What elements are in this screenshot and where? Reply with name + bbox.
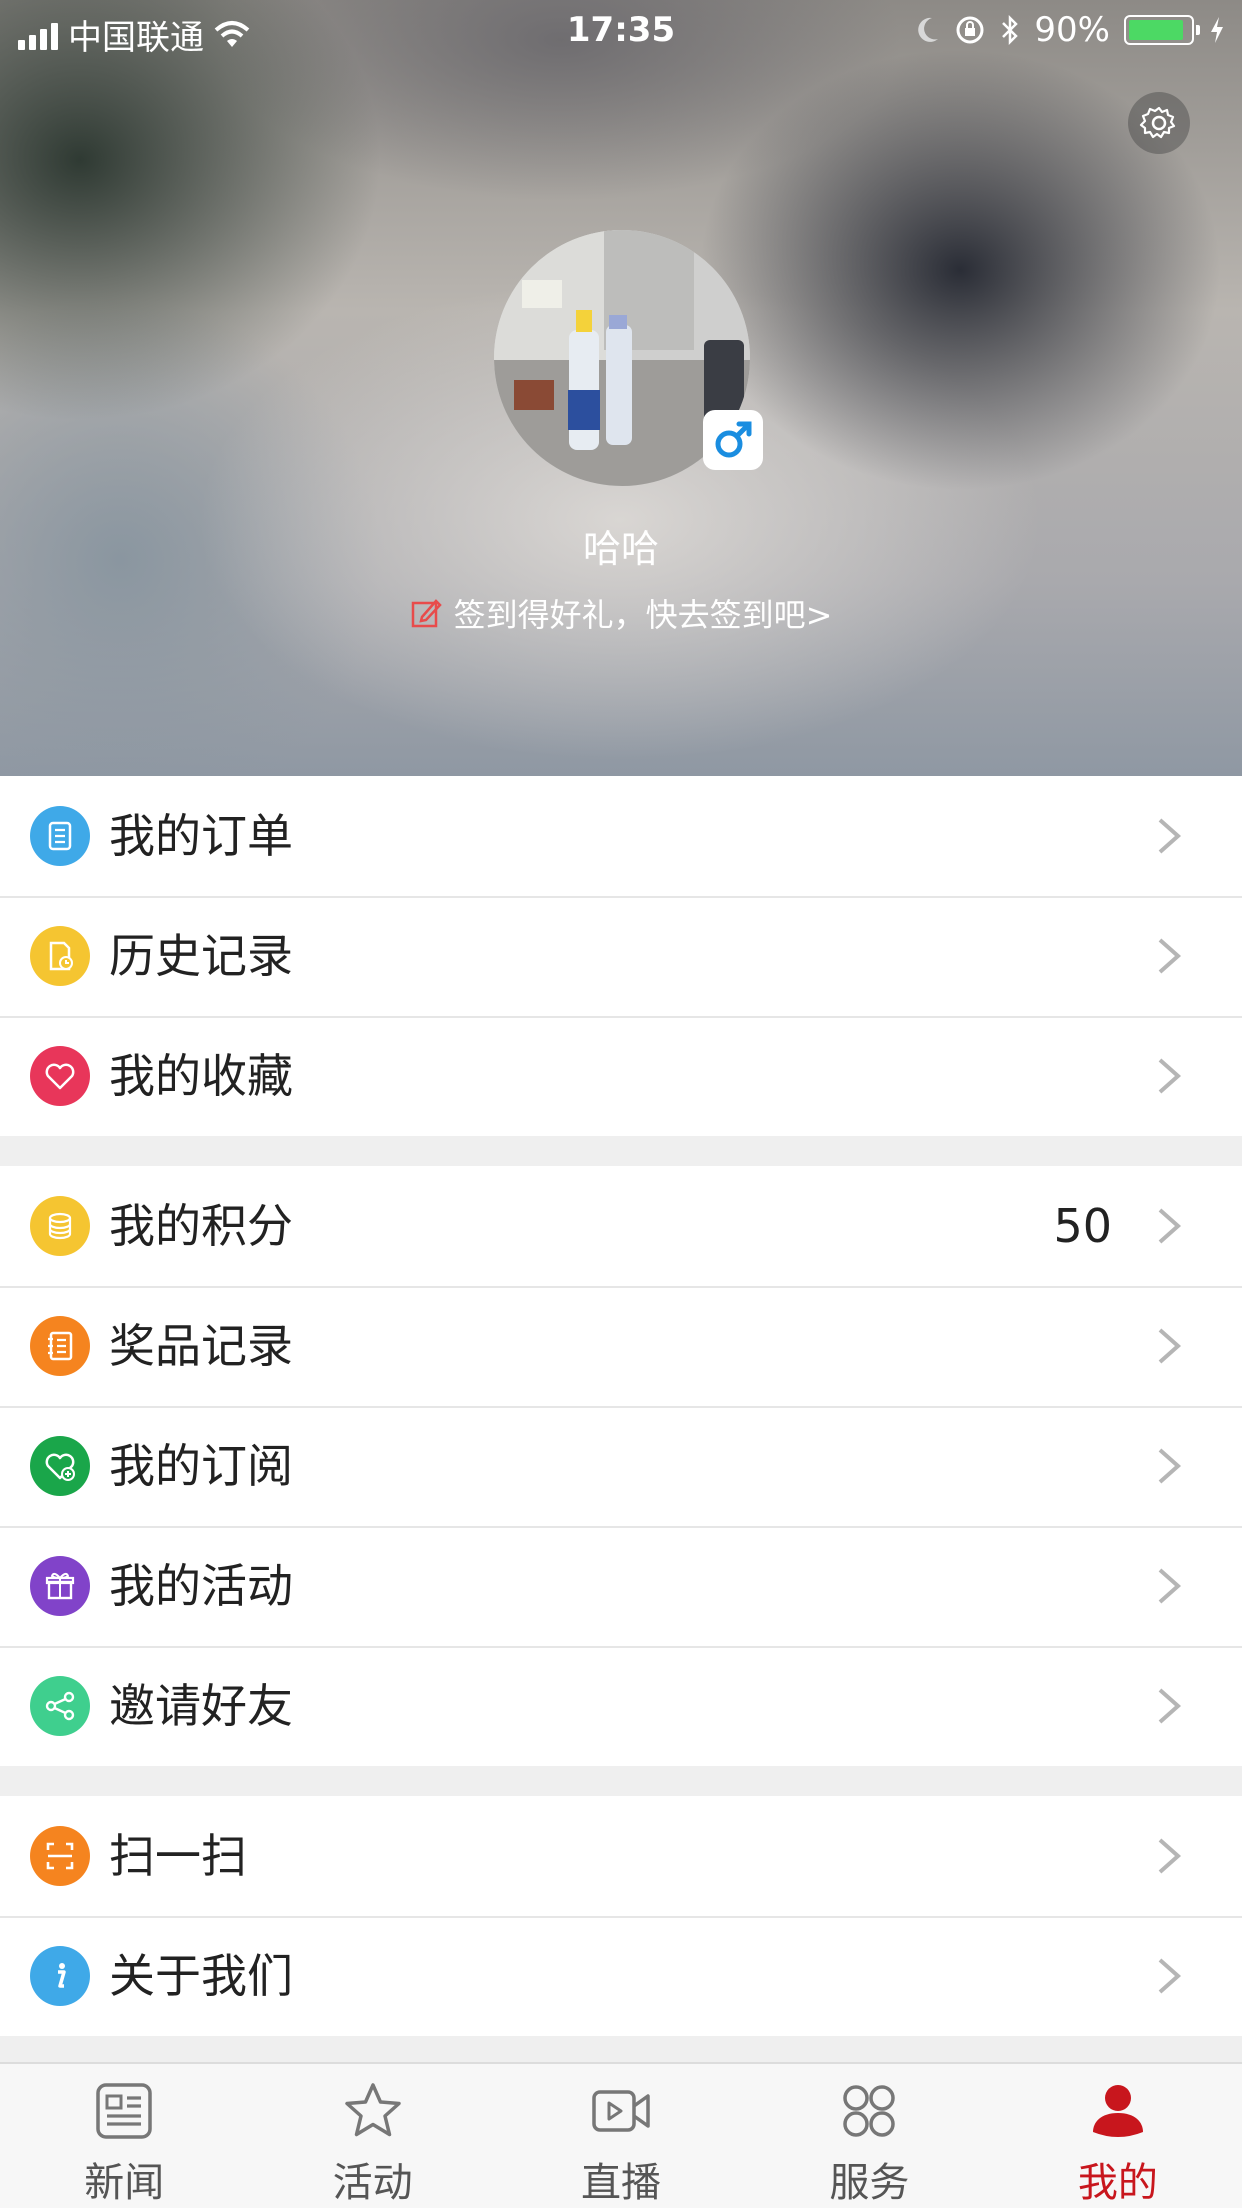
gear-icon <box>1139 106 1176 139</box>
chevron-right-icon <box>1158 1328 1182 1364</box>
signin-text: 签到得好礼，快去签到吧> <box>453 596 833 634</box>
menu-label: 我的收藏 <box>109 1049 293 1103</box>
menu-label: 奖品记录 <box>109 1319 293 1373</box>
menu-item-orders[interactable]: 我的订单 <box>0 776 1242 896</box>
menu-item-points[interactable]: 我的积分 50 <box>0 1166 1242 1286</box>
star-icon <box>344 2083 401 2137</box>
male-icon <box>715 421 752 458</box>
menu-item-invite-friends[interactable]: 邀请好友 <box>0 1646 1242 1766</box>
menu-label: 我的活动 <box>109 1559 293 1613</box>
chevron-right-icon <box>1158 818 1182 854</box>
tab-bar: 新闻 活动 直播 服务 我的 <box>0 2062 1242 2208</box>
menu-group-3: 扫一扫 关于我们 <box>0 1796 1242 2036</box>
chevron-right-icon <box>1158 1838 1182 1874</box>
menu-item-scan[interactable]: 扫一扫 <box>0 1796 1242 1916</box>
menu-item-activities[interactable]: 我的活动 <box>0 1526 1242 1646</box>
chevron-right-icon <box>1158 1058 1182 1094</box>
battery-percent: 90% <box>1034 10 1110 50</box>
coins-icon <box>30 1196 90 1256</box>
battery-icon <box>1124 15 1200 45</box>
menu-label: 历史记录 <box>109 929 293 983</box>
history-icon <box>30 926 90 986</box>
edit-icon <box>411 599 442 628</box>
tab-live[interactable]: 直播 <box>497 2064 745 2208</box>
profile-header: 中国联通 17:35 90% 哈哈 签到得好礼，快去签到吧> <box>0 0 1242 776</box>
menu-item-about-us[interactable]: 关于我们 <box>0 1916 1242 2036</box>
order-icon <box>30 806 90 866</box>
status-bar: 中国联通 17:35 90% <box>0 0 1242 62</box>
info-icon <box>30 1946 90 2006</box>
chevron-right-icon <box>1158 1448 1182 1484</box>
tab-label: 活动 <box>332 2160 413 2206</box>
points-value: 50 <box>1053 1199 1112 1253</box>
tab-label: 直播 <box>581 2160 662 2206</box>
services-icon <box>843 2085 896 2137</box>
charging-icon <box>1211 17 1223 43</box>
tab-mine[interactable]: 我的 <box>994 2064 1242 2208</box>
menu-label: 我的积分 <box>109 1199 293 1253</box>
gender-badge <box>703 410 763 470</box>
menu-group-2: 我的积分 50 奖品记录 我的订阅 我的活动 邀请好友 <box>0 1166 1242 1766</box>
chevron-right-icon <box>1158 1568 1182 1604</box>
tab-label: 服务 <box>829 2160 910 2206</box>
heart-icon <box>30 1046 90 1106</box>
menu-item-history[interactable]: 历史记录 <box>0 896 1242 1016</box>
signin-link[interactable]: 签到得好礼，快去签到吧> <box>0 590 1242 636</box>
menu-label: 我的订阅 <box>109 1439 293 1493</box>
chevron-right-icon <box>1158 938 1182 974</box>
gift-icon <box>30 1556 90 1616</box>
app-root: 中国联通 17:35 90% 哈哈 签到得好礼，快去签到吧> 我的订单 历史记录… <box>0 0 1242 2208</box>
tab-activities[interactable]: 活动 <box>248 2064 496 2208</box>
tab-label: 我的 <box>1077 2160 1158 2206</box>
menu-group-1: 我的订单 历史记录 我的收藏 <box>0 776 1242 1136</box>
settings-button[interactable] <box>1128 92 1190 154</box>
news-icon <box>96 2083 152 2139</box>
chevron-right-icon <box>1158 1688 1182 1724</box>
scan-icon <box>30 1826 90 1886</box>
menu-item-subscriptions[interactable]: 我的订阅 <box>0 1406 1242 1526</box>
rotation-lock-icon <box>956 16 984 44</box>
tab-label: 新闻 <box>84 2160 165 2206</box>
share-icon <box>30 1676 90 1736</box>
tab-services[interactable]: 服务 <box>745 2064 993 2208</box>
menu-label: 邀请好友 <box>109 1679 293 1733</box>
menu-label: 扫一扫 <box>109 1829 247 1883</box>
user-nickname: 哈哈 <box>582 527 659 571</box>
menu-item-favorites[interactable]: 我的收藏 <box>0 1016 1242 1136</box>
chevron-right-icon <box>1158 1958 1182 1994</box>
menu-label: 关于我们 <box>109 1949 293 2003</box>
chevron-right-icon <box>1158 1208 1182 1244</box>
video-icon <box>592 2090 650 2132</box>
moon-icon <box>918 17 939 42</box>
menu-item-prize-records[interactable]: 奖品记录 <box>0 1286 1242 1406</box>
person-icon <box>1092 2085 1143 2137</box>
menu-label: 我的订单 <box>109 809 293 863</box>
subscribe-icon <box>30 1436 90 1496</box>
prize-record-icon <box>30 1316 90 1376</box>
bluetooth-icon <box>1002 14 1019 46</box>
tab-news[interactable]: 新闻 <box>0 2064 248 2208</box>
